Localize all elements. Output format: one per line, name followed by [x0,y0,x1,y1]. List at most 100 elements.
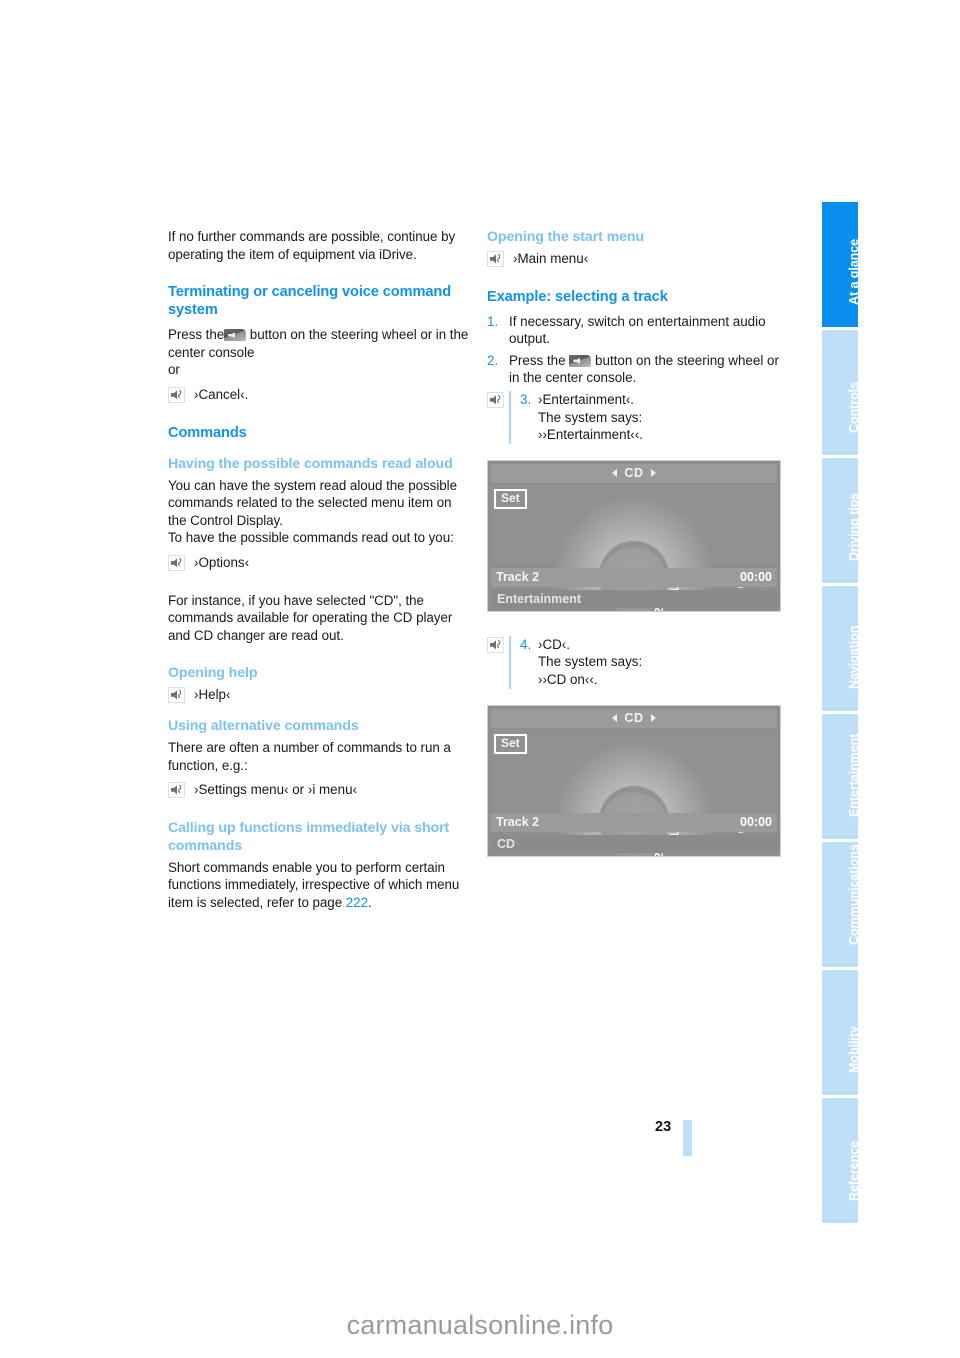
step-line-1: ›Entertainment‹. [538,391,635,407]
idrive-header-bar: CD [491,708,777,728]
voice-command-icon [168,386,185,403]
sidebar-tab-label: At a glance [847,238,861,305]
read-aloud-paragraph-2: To have the possible commands read out t… [168,530,454,546]
voice-command-options-text: ›Options‹ [194,554,250,570]
chevron-right-icon [650,469,656,478]
steering-wheel-voice-button-icon [224,329,247,342]
voice-command-settings-text: ›Settings menu‹ or ›i menu‹ [194,782,357,798]
step-line-3: ››Entertainment‹‹. [538,427,643,443]
manual-page: If no further commands are possible, con… [0,0,960,1358]
subheading-read-aloud: Having the possible commands read aloud [168,455,453,472]
idrive-screenshot-cd: CD Set 11 12 01 [487,704,781,857]
subheading-opening-help: Opening help [168,665,258,682]
voice-command-cancel: ›Cancel‹. [168,386,473,404]
sidebar-tab-at-a-glance[interactable]: At a glance [822,202,861,327]
step-line-2: The system says: [538,654,643,670]
idrive-header-label: CD [624,466,644,481]
heading-terminating-voice: Terminating or canceling voice command s… [168,284,452,319]
step-line-2: The system says: [538,409,643,425]
idrive-header-label: CD [624,711,644,726]
page-reference-link[interactable]: 222 [346,895,368,910]
voice-command-help-text: ›Help‹ [194,687,231,703]
chevron-left-icon [612,714,618,723]
intro-paragraph: If no further commands are possible, con… [168,229,456,262]
voice-command-icon [168,782,185,799]
left-column: If no further commands are possible, con… [168,228,473,911]
voice-command-cancel-text: ›Cancel‹. [194,386,249,402]
sidebar-tab-label: Controls [847,382,861,433]
chevron-left-icon [612,469,618,478]
step-number: 2. [487,352,499,368]
terminating-or: or [168,362,180,378]
idrive-track-time: 00:00 [740,815,772,830]
voice-command-icon [487,636,504,689]
voice-command-main-menu-text: ›Main menu‹ [513,251,589,266]
idrive-track-label: Track 2 [496,815,540,830]
list-item: 2. Press the button on the steering whee… [487,352,792,387]
site-watermark: carmanualsonline.info [346,1310,614,1340]
short-commands-text-a: Short commands enable you to perform cer… [168,859,460,910]
example-steps-list: 1. If necessary, switch on entertainment… [487,313,792,387]
idrive-track-bar: Track 2 00:00 [491,567,777,587]
step-text: ›Entertainment‹. The system says: ››Ente… [538,391,643,444]
step-text: If necessary, switch on entertainment au… [509,313,766,347]
page-number: 23 [655,1119,672,1135]
voice-command-icon [487,251,504,267]
sidebar-tab-communications[interactable]: Communications [822,842,861,967]
sidebar-tab-label: Mobility [847,1026,861,1073]
idrive-track-bar: Track 2 00:00 [491,812,777,832]
step-line-3: ››CD on‹‹. [538,671,598,687]
voice-command-icon [168,687,185,704]
terminating-instruction: Press the button on the steering wheel o… [168,326,473,361]
step-text: Press the button on the steering wheel o… [509,352,792,387]
idrive-status-bar: CD [491,834,777,853]
voice-command-settings: ›Settings menu‹ or ›i menu‹ [168,781,473,799]
step-number: 3. [520,391,532,407]
sidebar-tab-label: Entertainment [847,733,861,817]
voice-command-help: ›Help‹ [168,686,473,704]
voice-command-icon [168,554,185,571]
idrive-set-button: Set [494,733,527,754]
sidebar-tab-mobility[interactable]: Mobility [822,970,861,1095]
sidebar-tab-reference[interactable]: Reference [822,1098,861,1223]
short-commands-paragraph: Short commands enable you to perform cer… [168,859,473,912]
voice-step-cd: 4. ›CD‹. The system says: ››CD on‹‹. [487,635,792,689]
sidebar-tab-label: Driving tips [847,492,861,561]
sidebar-tab-label: Communications [847,844,861,945]
voice-step-accent-bar [509,635,511,689]
read-aloud-paragraph: You can have the system read aloud the p… [168,477,457,528]
short-commands-text-b: . [367,894,372,910]
sidebar-tab-driving-tips[interactable]: Driving tips [822,458,861,583]
subheading-opening-start-menu: Opening the start menu [487,229,645,245]
idrive-set-button: Set [494,488,527,509]
subheading-alternative-commands: Using alternative commands [168,717,359,734]
terminating-text-before: Press the [168,327,225,343]
idrive-track-time: 00:00 [740,570,772,585]
step-text-before: Press the [509,352,566,368]
step-number: 4. [520,636,532,652]
voice-step-entertainment: 3. ›Entertainment‹. The system says: ››E… [487,390,792,444]
heading-commands: Commands [168,424,247,441]
alternative-paragraph: There are often a number of commands to … [168,739,451,773]
voice-command-options: ›Options‹ [168,554,473,572]
sidebar-tab-controls[interactable]: Controls [822,330,861,455]
subheading-short-commands: Calling up functions immediately via sho… [168,819,450,854]
list-item: 1. If necessary, switch on entertainment… [487,313,792,348]
chevron-right-icon [650,714,656,723]
step-text: ›CD‹. The system says: ››CD on‹‹. [538,636,642,689]
heading-example-selecting-track: Example: selecting a track [487,288,668,305]
idrive-status-label: Entertainment [497,591,582,606]
voice-command-icon [487,391,504,444]
idrive-track-label: Track 2 [496,570,540,585]
step-line-1: ›CD‹. [538,636,570,652]
idrive-header-bar: CD [491,463,777,483]
sidebar-tab-navigation[interactable]: Navigation [822,586,861,711]
sidebar-tab-entertainment[interactable]: Entertainment [822,714,861,839]
sidebar-tab-label: Reference [847,1140,861,1201]
steering-wheel-voice-button-icon [569,354,592,367]
sidebar-tab-label: Navigation [847,625,861,689]
idrive-main-area: Set 11 12 01 02 [491,729,780,856]
right-column: Opening the start menu ›Main menu‹ Examp… [487,228,792,857]
idrive-status-label: CD [497,836,516,851]
idrive-status-bar: Entertainment [491,589,777,608]
